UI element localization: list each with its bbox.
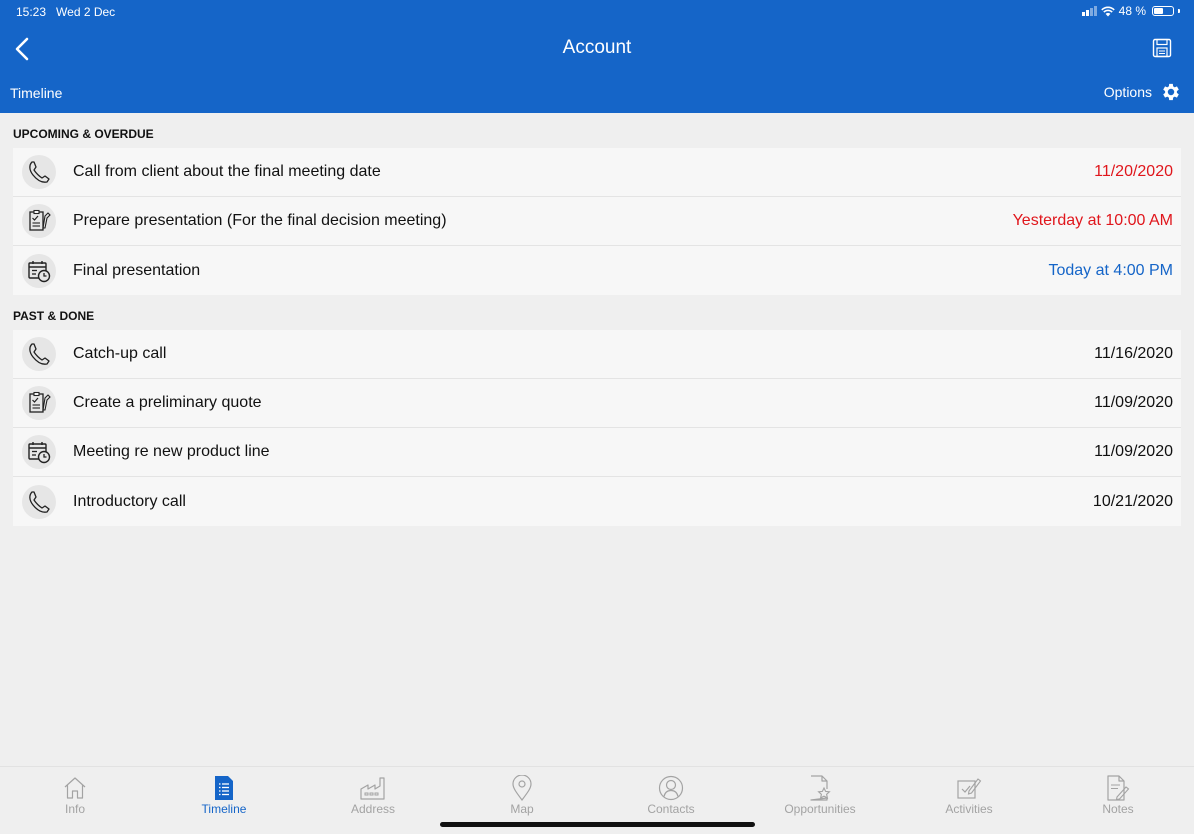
timeline-label: Timeline	[10, 85, 63, 101]
tab-label: Contacts	[647, 802, 695, 816]
app-header: 15:23 Wed 2 Dec 48 % Account Timeline Op…	[0, 0, 1194, 113]
tab-label: Notes	[1102, 802, 1134, 816]
status-time: 15:23 Wed 2 Dec	[16, 5, 115, 19]
section-title: UPCOMING & OVERDUE	[13, 127, 154, 141]
tab-label: Activities	[945, 802, 993, 816]
page-title: Account	[562, 37, 632, 58]
battery-percent: 48 %	[1118, 4, 1146, 18]
activity-title: Create a preliminary quote	[73, 394, 262, 411]
status-bar: 15:23 Wed 2 Dec 48 %	[0, 0, 1194, 24]
timeline-row[interactable]: Call from client about the final meeting…	[13, 148, 1181, 197]
timeline-list: Catch-up call 11/16/2020 Create a prelimin…	[13, 330, 1181, 526]
activity-date: 10/21/2020	[1092, 492, 1173, 510]
tab-address[interactable]: Address	[313, 773, 433, 816]
home-indicator	[440, 822, 755, 827]
activity-title: Introductory call	[73, 492, 186, 510]
activity-date: Yesterday at 10:00 AM	[1012, 212, 1173, 229]
status-clock: 15:23	[16, 5, 47, 19]
activity-date: 11/20/2020	[1094, 163, 1173, 180]
wifi-icon	[1100, 6, 1115, 16]
activity-title: Meeting re new product line	[73, 443, 270, 460]
activity-date: 11/09/2020	[1094, 394, 1173, 411]
tab-timeline[interactable]: Timeline	[164, 773, 284, 816]
timeline-row[interactable]: Introductory call 10/21/2020	[13, 477, 1181, 526]
timeline-row[interactable]: Create a preliminary quote 11/09/2020	[13, 379, 1181, 428]
tab-label: Timeline	[201, 802, 247, 816]
tab-notes[interactable]: Notes	[1058, 773, 1178, 816]
home-icon	[15, 773, 135, 801]
timeline-icon	[164, 773, 284, 801]
notes-icon	[1058, 773, 1178, 801]
task-icon	[22, 386, 56, 420]
battery-icon	[1152, 6, 1174, 16]
timeline-row[interactable]: Prepare presentation (For the final deci…	[13, 197, 1181, 246]
options-button[interactable]: Options	[1104, 81, 1182, 103]
activity-title: Prepare presentation (For the final deci…	[73, 212, 447, 229]
timeline-list: Call from client about the final meeting…	[13, 148, 1181, 295]
tab-label: Map	[510, 802, 534, 816]
phone-icon	[22, 337, 56, 371]
tab-label: Opportunities	[784, 802, 856, 816]
activity-title: Call from client about the final meeting…	[73, 163, 381, 180]
save-button[interactable]	[1152, 38, 1174, 60]
map-pin-icon	[462, 773, 582, 801]
tab-activities[interactable]: Activities	[909, 773, 1029, 816]
cellular-signal-icon	[1081, 6, 1097, 16]
tab-opportunities[interactable]: Opportunities	[760, 773, 880, 816]
tab-map[interactable]: Map	[462, 773, 582, 816]
meeting-icon	[22, 435, 56, 469]
activity-title: Final presentation	[73, 261, 201, 279]
status-indicators: 48 %	[1081, 4, 1180, 18]
task-icon	[22, 204, 56, 238]
tab-info[interactable]: Info	[15, 773, 135, 816]
timeline-row[interactable]: Final presentation Today at 4:00 PM	[13, 246, 1181, 295]
person-icon	[611, 773, 731, 801]
timeline-content: UPCOMING & OVERDUE Call from client about…	[13, 113, 1181, 526]
activity-date: 11/09/2020	[1094, 443, 1173, 460]
meeting-icon	[22, 253, 56, 288]
activity-date: Today at 4:00 PM	[1048, 261, 1173, 279]
factory-icon	[313, 773, 433, 801]
phone-icon	[22, 155, 56, 189]
gear-icon	[1163, 83, 1179, 101]
document-star-icon	[760, 773, 880, 801]
tab-label: Info	[64, 802, 85, 816]
checkbox-edit-icon	[909, 773, 1029, 801]
section-title: PAST & DONE	[13, 309, 95, 323]
activity-date: 11/16/2020	[1094, 345, 1173, 362]
timeline-row[interactable]: Catch-up call 11/16/2020	[13, 330, 1181, 379]
options-label: Options	[1103, 84, 1152, 100]
status-date: Wed 2 Dec	[56, 5, 116, 19]
save-icon	[1152, 38, 1172, 58]
timeline-row[interactable]: Meeting re new product line 11/09/2020	[13, 428, 1181, 477]
tab-label: Address	[350, 802, 396, 816]
activity-title: Catch-up call	[73, 345, 167, 362]
tab-bar: Info Timeline Address Map Contacts Opportunit…	[0, 766, 1194, 834]
phone-icon	[22, 484, 56, 519]
tab-contacts[interactable]: Contacts	[611, 773, 731, 816]
